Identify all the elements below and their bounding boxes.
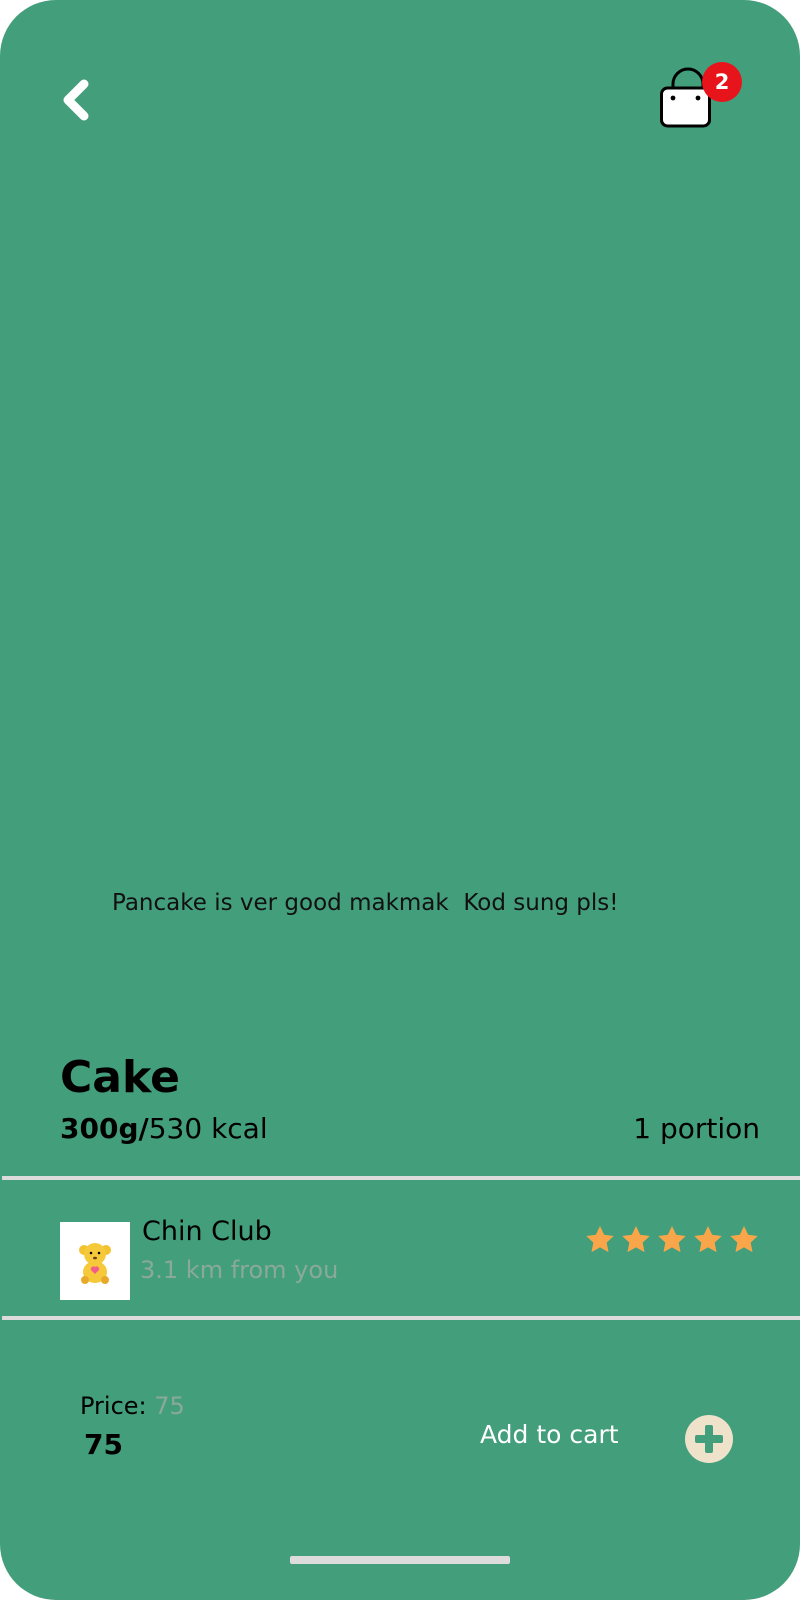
cart-button[interactable]: 2 — [660, 62, 742, 130]
product-title: Cake — [60, 1052, 180, 1103]
product-nutrition: 300g/530 kcal — [60, 1112, 268, 1145]
vendor-distance: 3.1 km from you — [140, 1256, 339, 1284]
product-detail-screen: 2 Pancake is ver good makmak Kod sung pl… — [0, 0, 800, 1600]
portion-size: 1 portion — [633, 1112, 760, 1145]
divider — [2, 1176, 800, 1180]
add-to-cart-button[interactable]: Add to cart — [480, 1420, 619, 1449]
chevron-left-icon — [63, 79, 89, 121]
teddy-bear-icon — [79, 1243, 111, 1284]
price-label-text: Price: — [80, 1392, 155, 1420]
cart-count-badge: 2 — [702, 62, 742, 102]
vendor-rating — [584, 1224, 760, 1256]
price-value: 75 — [84, 1428, 123, 1461]
vendor-logo[interactable] — [60, 1222, 130, 1300]
price-label: Price: 75 — [80, 1392, 185, 1420]
star-icon — [730, 1226, 758, 1253]
add-button[interactable] — [684, 1414, 734, 1464]
star-icon — [694, 1226, 722, 1253]
plus-circle-icon — [685, 1415, 733, 1463]
product-description: Pancake is ver good makmak Kod sung pls! — [112, 890, 619, 916]
vendor-name[interactable]: Chin Club — [142, 1216, 272, 1247]
star-icon — [622, 1226, 650, 1253]
divider — [2, 1316, 800, 1320]
star-icon — [658, 1226, 686, 1253]
product-calories: 530 kcal — [148, 1112, 268, 1145]
price-label-value: 75 — [154, 1392, 185, 1420]
home-indicator[interactable] — [290, 1556, 510, 1564]
product-weight: 300g/ — [60, 1112, 149, 1145]
star-icon — [586, 1226, 614, 1253]
back-button[interactable] — [48, 72, 104, 128]
